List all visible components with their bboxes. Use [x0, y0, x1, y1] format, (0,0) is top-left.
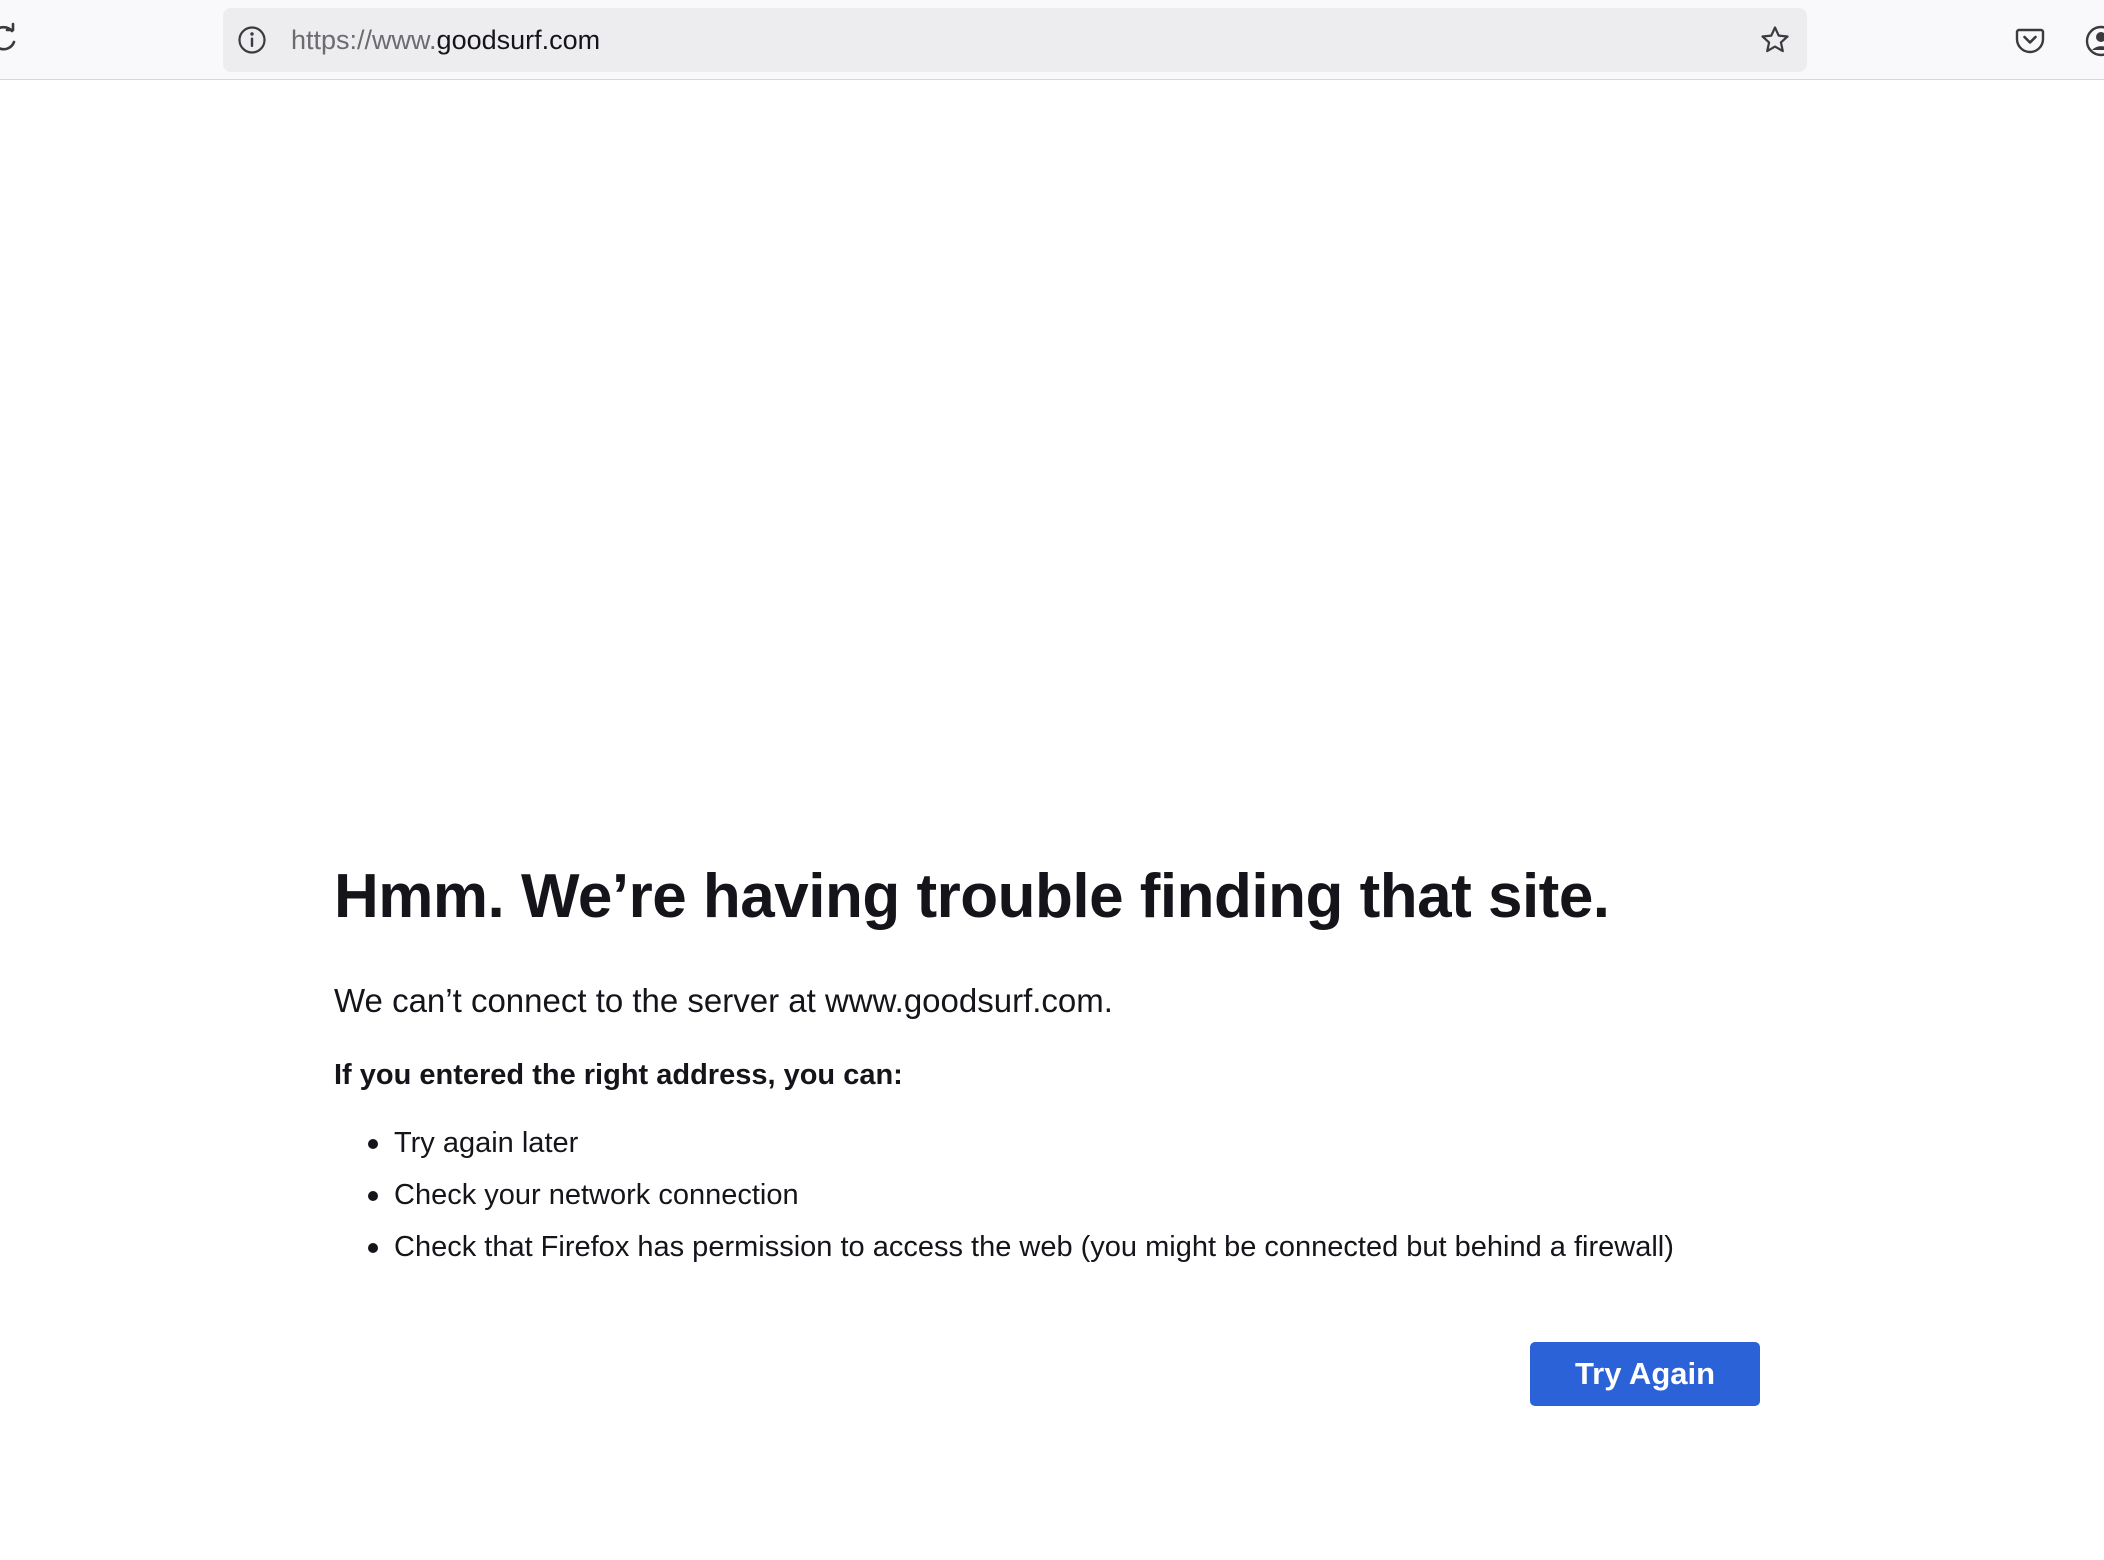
url-prefix: https://www. [291, 25, 437, 55]
reload-icon[interactable] [0, 22, 20, 54]
error-title: Hmm. We’re having trouble finding that s… [334, 862, 1610, 931]
list-item: Check that Firefox has permission to acc… [368, 1221, 1774, 1273]
info-icon[interactable] [237, 25, 267, 55]
list-item: Try again later [368, 1117, 1774, 1169]
error-content: Hmm. We’re having trouble finding that s… [334, 857, 1774, 1273]
try-again-button[interactable]: Try Again [1530, 1342, 1760, 1406]
suggestions-heading: If you entered the right address, you ca… [334, 1059, 903, 1091]
error-description: We can’t connect to the server at www.go… [334, 982, 1113, 1019]
url-domain: goodsurf.com [436, 25, 601, 55]
address-bar[interactable]: https://www.goodsurf.com [223, 8, 1807, 72]
star-icon[interactable] [1759, 24, 1791, 56]
url-text[interactable]: https://www.goodsurf.com [291, 8, 600, 72]
account-icon[interactable] [2084, 24, 2104, 58]
pocket-icon[interactable] [2014, 24, 2046, 56]
browser-toolbar: https://www.goodsurf.com [0, 0, 2104, 80]
suggestions-list: Try again later Check your network conne… [334, 1117, 1774, 1273]
list-item: Check your network connection [368, 1169, 1774, 1221]
